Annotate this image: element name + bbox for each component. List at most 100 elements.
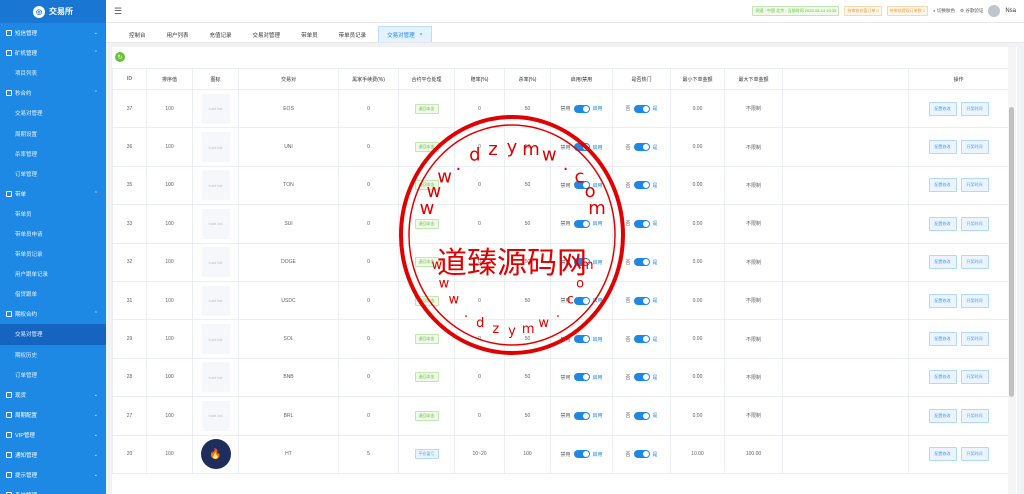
close-icon[interactable]: × <box>420 32 423 38</box>
tab[interactable]: 交易对管理 <box>244 26 290 42</box>
toggle-switch[interactable] <box>633 335 650 344</box>
sidebar-item[interactable]: 带单员记录 <box>0 244 106 264</box>
enable-toggle[interactable]: 禁用 启用 <box>560 373 603 382</box>
toggle-switch[interactable] <box>573 143 590 152</box>
toggle-switch[interactable] <box>573 296 590 305</box>
enable-toggle[interactable]: 禁用 启用 <box>560 450 603 459</box>
config-edit-button[interactable]: 配置修改 <box>928 293 957 308</box>
draw-time-button[interactable]: 开奖时间 <box>960 447 989 462</box>
hot-toggle[interactable]: 否是 <box>625 219 658 228</box>
sidebar-item[interactable]: 交易对管理 <box>0 324 106 345</box>
enable-toggle[interactable]: 禁用 启用 <box>560 296 603 305</box>
config-edit-button[interactable]: 配置修改 <box>928 447 957 462</box>
draw-time-button[interactable]: 开奖时间 <box>960 255 989 270</box>
sidebar-item[interactable]: 现货 ⌄ <box>0 385 106 405</box>
draw-time-button[interactable]: 开奖时间 <box>960 140 989 155</box>
username[interactable]: Nsa <box>1005 8 1016 14</box>
config-edit-button[interactable]: 配置修改 <box>928 255 957 270</box>
sidebar-item[interactable]: 交易对管理 <box>0 103 106 123</box>
enable-toggle[interactable]: 禁用 启用 <box>560 143 603 152</box>
draw-time-button[interactable]: 开奖时间 <box>960 101 989 116</box>
config-edit-button[interactable]: 配置修改 <box>928 140 957 155</box>
hot-toggle[interactable]: 否是 <box>625 104 658 113</box>
sidebar-item[interactable]: 提示管理 ⌄ <box>0 465 106 485</box>
hot-toggle[interactable]: 否是 <box>625 411 658 420</box>
withdraw-pending-tag[interactable]: 待审核提现订单数 1 <box>886 6 929 16</box>
hot-toggle[interactable]: 否是 <box>625 450 658 459</box>
tab[interactable]: 带单员 <box>292 26 327 42</box>
sidebar-item[interactable]: 系统管理⌄ <box>0 485 106 494</box>
sidebar-item[interactable]: 周期设置 <box>0 123 106 143</box>
toggle-switch[interactable] <box>573 219 590 228</box>
recharge-pending-tag[interactable]: 待审核充值订单 0 <box>844 6 882 16</box>
hot-toggle[interactable]: 否是 <box>625 181 658 190</box>
enable-toggle[interactable]: 禁用 启用 <box>560 219 603 228</box>
sidebar-item[interactable]: 杀率管理 <box>0 144 106 164</box>
draw-time-button[interactable]: 开奖时间 <box>960 216 989 231</box>
sidebar-item[interactable]: VIP管理 ⌄ <box>0 425 106 445</box>
hot-toggle[interactable]: 否是 <box>625 335 658 344</box>
sidebar-item[interactable]: 矿机管理 ⌃ <box>0 43 106 63</box>
draw-time-button[interactable]: 开奖时间 <box>960 332 989 347</box>
toggle-switch[interactable] <box>573 258 590 267</box>
tab[interactable]: 控制台 <box>120 26 155 42</box>
config-edit-button[interactable]: 配置修改 <box>928 408 957 423</box>
toggle-switch[interactable] <box>573 373 590 382</box>
enable-toggle[interactable]: 禁用 启用 <box>560 104 603 113</box>
toggle-switch[interactable] <box>633 450 650 459</box>
sidebar-item[interactable]: 带单员申请 <box>0 224 106 244</box>
hot-toggle[interactable]: 否是 <box>625 258 658 267</box>
toggle-switch[interactable] <box>633 373 650 382</box>
google-verify-link[interactable]: ⚙ 谷歌验证 <box>960 8 983 14</box>
enable-toggle[interactable]: 禁用 启用 <box>560 258 603 267</box>
sidebar-item[interactable]: 带单员 <box>0 204 106 224</box>
config-edit-button[interactable]: 配置修改 <box>928 370 957 385</box>
tab[interactable]: 用户列表 <box>158 26 198 42</box>
switch-theme-link[interactable]: ◐ 切换肤色 <box>933 8 955 14</box>
toggle-switch[interactable] <box>633 181 650 190</box>
toggle-switch[interactable] <box>573 411 590 420</box>
toggle-switch[interactable] <box>633 219 650 228</box>
menu-toggle-icon[interactable]: ☰ <box>114 6 122 17</box>
sidebar-item[interactable]: 周期配置 ⌄ <box>0 405 106 425</box>
sidebar-item[interactable]: 期权历史 <box>0 345 106 365</box>
toggle-switch[interactable] <box>633 258 650 267</box>
toggle-switch[interactable] <box>573 450 590 459</box>
sidebar-item[interactable]: 订单管理 <box>0 365 106 385</box>
config-edit-button[interactable]: 配置修改 <box>928 216 957 231</box>
app-brand[interactable]: ◎ 交易所 <box>0 0 106 23</box>
sidebar-item[interactable]: 通知管理 ⌄ <box>0 445 106 465</box>
enable-toggle[interactable]: 禁用 启用 <box>560 181 603 190</box>
draw-time-button[interactable]: 开奖时间 <box>960 178 989 193</box>
tab[interactable]: 交易对管理 × <box>378 26 432 42</box>
sidebar-item[interactable]: 订单管理 <box>0 164 106 184</box>
scrollbar-thumb[interactable] <box>1009 107 1014 397</box>
toggle-switch[interactable] <box>633 411 650 420</box>
config-edit-button[interactable]: 配置修改 <box>928 101 957 116</box>
scrollbar[interactable] <box>1008 47 1016 494</box>
enable-toggle[interactable]: 禁用 启用 <box>560 335 603 344</box>
toggle-switch[interactable] <box>573 104 590 113</box>
draw-time-button[interactable]: 开奖时间 <box>960 408 989 423</box>
config-edit-button[interactable]: 配置修改 <box>928 178 957 193</box>
tab[interactable]: 带单员记录 <box>330 26 376 42</box>
draw-time-button[interactable]: 开奖时间 <box>960 293 989 308</box>
sidebar-item[interactable]: 秒合约 ⌃ <box>0 83 106 103</box>
hot-toggle[interactable]: 否是 <box>625 143 658 152</box>
sidebar-item[interactable]: 用户跟单记录 <box>0 264 106 284</box>
tab[interactable]: 充值记录 <box>201 26 241 42</box>
hot-toggle[interactable]: 否是 <box>625 373 658 382</box>
enable-toggle[interactable]: 禁用 启用 <box>560 411 603 420</box>
sidebar-item[interactable]: 借贷跟单 <box>0 284 106 304</box>
sidebar-item[interactable]: 项目列表 <box>0 63 106 83</box>
sidebar-item[interactable]: 短信管理 ⌄ <box>0 23 106 43</box>
toggle-switch[interactable] <box>633 104 650 113</box>
toggle-switch[interactable] <box>633 143 650 152</box>
toggle-switch[interactable] <box>573 181 590 190</box>
toggle-switch[interactable] <box>573 335 590 344</box>
hot-toggle[interactable]: 否是 <box>625 296 658 305</box>
refresh-button[interactable]: ↻ <box>115 52 125 62</box>
config-edit-button[interactable]: 配置修改 <box>928 332 957 347</box>
avatar[interactable] <box>988 5 1001 17</box>
sidebar-item[interactable]: 带单 ⌃ <box>0 184 106 204</box>
